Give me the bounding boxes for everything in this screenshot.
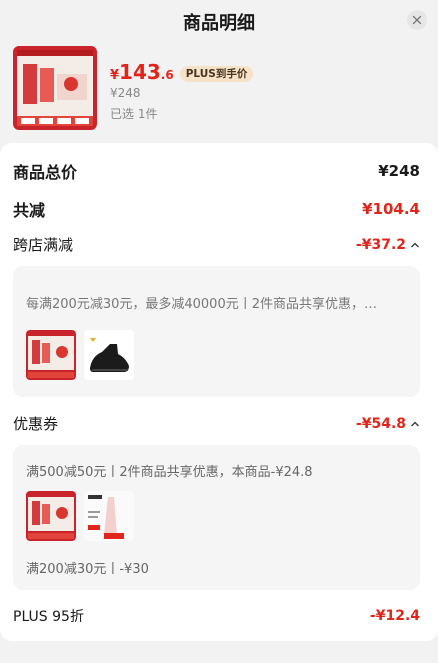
price-breakdown-card: 商品总价 ¥248 共减 ¥104.4 跨店满减 -¥37.2 每满200元减3… (0, 143, 438, 641)
total-label: 商品总价 (13, 163, 78, 182)
cross-store-rule: 每满200元减30元，最多减40000元丨2件商品共享优惠，… (26, 297, 377, 312)
plus-discount-value: -¥12.4 (369, 608, 420, 624)
chevron-up-icon (411, 421, 419, 426)
discount-row: 共减 ¥104.4 (13, 197, 420, 221)
sheet-title: 商品明细 (183, 13, 255, 34)
cross-store-label: 跨店满减 (13, 236, 74, 254)
item-thumbnail[interactable] (26, 491, 76, 541)
close-button[interactable] (407, 10, 427, 30)
coupon-detail: 满500减50元丨2件商品共享优惠，本商品-¥24.8 满200减30元丨-¥3… (13, 445, 420, 590)
coupon-toggle[interactable]: -¥54.8 (356, 416, 420, 432)
cross-store-toggle[interactable]: -¥37.2 (356, 237, 420, 253)
selected-count: 已选 1件 (110, 107, 158, 121)
item-thumbnail[interactable] (84, 491, 134, 541)
cross-store-row[interactable]: 跨店满减 -¥37.2 (13, 234, 420, 255)
coupon-label: 优惠券 (13, 415, 59, 433)
chevron-up-icon (411, 242, 419, 247)
coupon-value: -¥54.8 (355, 415, 406, 432)
product-summary: ¥ 143 .6 PLUS到手价 ¥248 已选 1件 (13, 46, 425, 132)
item-thumbnail[interactable] (84, 330, 134, 380)
original-price: ¥248 (110, 86, 141, 100)
item-thumbnail[interactable] (26, 330, 76, 380)
close-icon (412, 15, 422, 25)
total-row: 商品总价 ¥248 (13, 159, 420, 183)
plus-discount-label: PLUS 95折 (13, 609, 84, 625)
cross-store-value: -¥37.2 (355, 236, 406, 253)
detail-sheet: 商品明细 ¥ 143 .6 PLUS到手价 ¥248 已选 1件 商品总价 ¥2… (0, 0, 438, 663)
price-integer: 143 (119, 60, 161, 84)
sheet-header: 商品明细 (0, 0, 438, 40)
plus-price: ¥ 143 .6 PLUS到手价 (110, 60, 254, 84)
cross-store-detail: 每满200元减30元，最多减40000元丨2件商品共享优惠，… (13, 266, 420, 397)
total-value: ¥248 (378, 162, 420, 180)
discount-label: 共减 (13, 201, 46, 220)
coupon-rule-2: 满200减30元丨-¥30 (26, 562, 149, 577)
coupon-row[interactable]: 优惠券 -¥54.8 (13, 413, 420, 434)
coupon-rule-1: 满500减50元丨2件商品共享优惠，本商品-¥24.8 (26, 465, 313, 480)
plus-price-badge: PLUS到手价 (179, 65, 254, 82)
price-decimal: .6 (160, 68, 174, 82)
price-currency: ¥ (110, 68, 120, 83)
discount-value: ¥104.4 (362, 200, 420, 218)
plus-discount-row: PLUS 95折 -¥12.4 (13, 606, 420, 626)
product-thumbnail[interactable] (13, 46, 97, 130)
